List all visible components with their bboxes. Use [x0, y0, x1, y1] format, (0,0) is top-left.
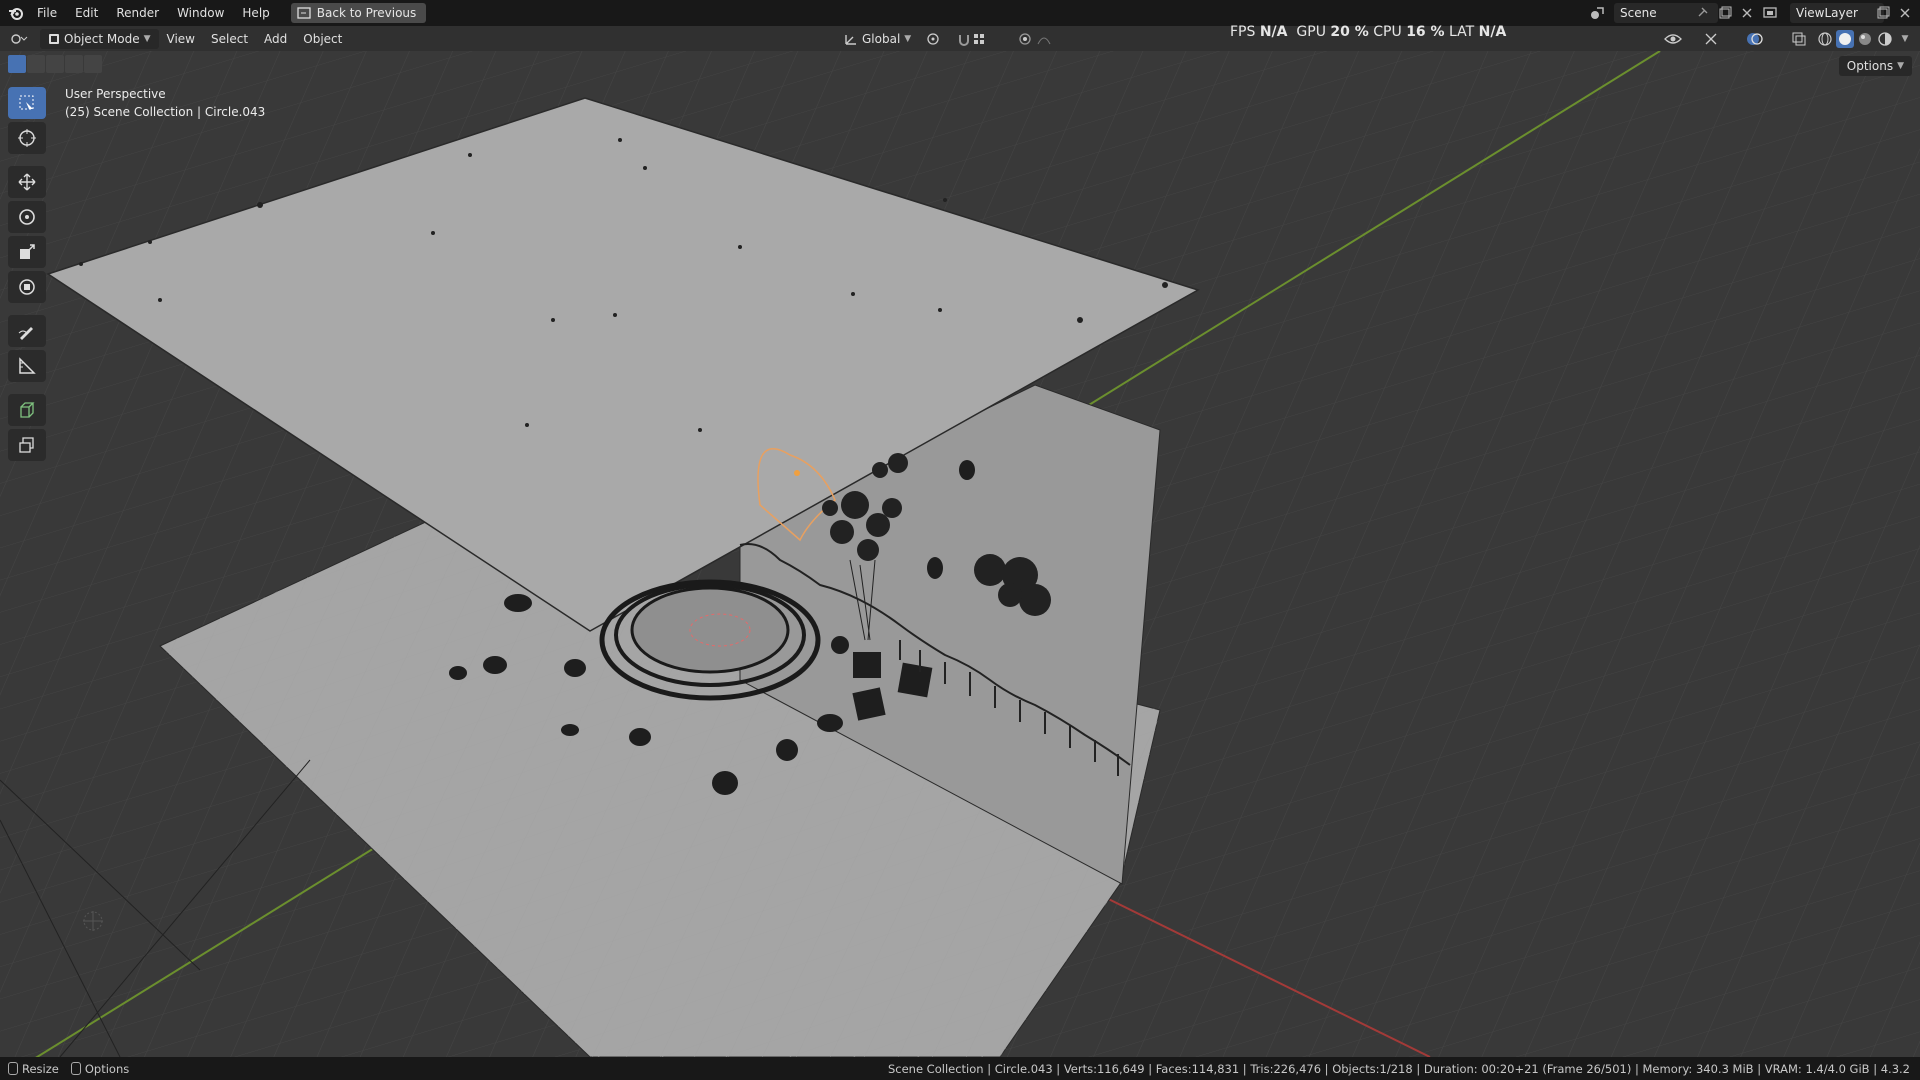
viewport-header: Object Mode ▼ View Select Add Object Glo… — [0, 26, 1920, 51]
delete-scene-icon[interactable] — [1738, 4, 1756, 22]
snap-toggle[interactable] — [950, 29, 1002, 49]
new-scene-icon[interactable] — [1716, 4, 1734, 22]
orientation-icon — [845, 34, 856, 45]
object-mode-label: Object Mode — [64, 31, 140, 46]
menu-edit[interactable]: Edit — [66, 0, 107, 26]
scene-statistics: Scene Collection | Circle.043 | Verts:11… — [887, 1061, 1910, 1076]
resize-hint: Resize — [8, 1061, 59, 1076]
resize-label: Resize — [22, 1061, 59, 1076]
status-bar: Resize Options Scene Collection | Circle… — [0, 1057, 1920, 1080]
3d-viewport[interactable] — [0, 50, 1920, 1080]
blender-logo-icon[interactable] — [4, 0, 28, 26]
object-mode-icon — [49, 33, 59, 44]
gizmo-icon[interactable] — [1702, 30, 1720, 48]
annotate-icon[interactable] — [8, 315, 46, 347]
top-bar: File Edit Render Window Help Back to Pre… — [0, 0, 1920, 26]
new-view-layer-icon[interactable] — [1874, 4, 1892, 22]
gpu-value: 20 % — [1330, 24, 1369, 40]
add-cube-icon[interactable] — [8, 394, 46, 426]
menu-add[interactable]: Add — [256, 29, 295, 49]
delete-view-layer-icon[interactable] — [1896, 4, 1914, 22]
pin-icon[interactable] — [1693, 4, 1711, 22]
menu-object[interactable]: Object — [295, 29, 350, 49]
viewport-options-button[interactable]: Options ▼ — [1838, 56, 1912, 76]
rotate-icon[interactable] — [8, 201, 46, 233]
shading-options-chevron-icon[interactable]: ▼ — [1896, 30, 1914, 48]
back-to-previous-button[interactable]: Back to Previous — [290, 3, 427, 23]
view-layer-browse-icon[interactable] — [1762, 4, 1780, 22]
editor-type-icon[interactable] — [6, 29, 36, 49]
main-menu: File Edit Render Window Help — [28, 0, 279, 26]
menu-help[interactable]: Help — [233, 0, 278, 26]
viewport-collection-label: (25) Scene Collection | Circle.043 — [65, 105, 266, 119]
options-hint: Options — [70, 1061, 130, 1076]
solid-shading-icon[interactable] — [1836, 30, 1854, 48]
view-layer-name: ViewLayer — [1796, 6, 1858, 20]
menu-select[interactable]: Select — [203, 29, 256, 49]
select-invert-icon[interactable] — [65, 55, 83, 73]
select-subtract-icon[interactable] — [46, 55, 64, 73]
menu-window[interactable]: Window — [168, 0, 233, 26]
selection-mode-group — [8, 55, 102, 73]
chevron-down-icon: ▼ — [1897, 61, 1904, 71]
mouse-icon — [70, 1061, 81, 1075]
proportional-editing-toggle[interactable] — [1010, 29, 1066, 49]
menu-file[interactable]: File — [28, 0, 66, 26]
visibility-icon[interactable] — [1664, 30, 1682, 48]
cursor-icon[interactable] — [8, 122, 46, 154]
transform-icon[interactable] — [8, 271, 46, 303]
fps-value: N/A — [1259, 24, 1288, 40]
viewport-perspective-label: User Perspective — [65, 87, 166, 101]
select-extend-icon[interactable] — [27, 55, 45, 73]
tool-shelf — [8, 87, 46, 461]
transform-orientation-select[interactable]: Global ▼ — [836, 29, 919, 49]
proportional-edit-icon — [1019, 32, 1051, 45]
lat-value: N/A — [1478, 24, 1507, 40]
overlays-icon[interactable] — [1746, 30, 1764, 48]
scene-name: Scene — [1620, 6, 1657, 20]
object-mode-select[interactable]: Object Mode ▼ — [40, 28, 159, 49]
scale-icon[interactable] — [8, 236, 46, 268]
fullscreen-icon — [297, 7, 311, 19]
material-shading-icon[interactable] — [1856, 30, 1874, 48]
gpu-label: GPU — [1296, 24, 1326, 40]
select-box-icon[interactable] — [8, 87, 46, 119]
mouse-icon — [8, 1061, 18, 1075]
select-intersect-icon[interactable] — [84, 55, 102, 73]
select-new-icon[interactable] — [8, 55, 26, 73]
object-origin — [794, 470, 800, 476]
lat-label: LAT — [1449, 24, 1475, 40]
cpu-value: 16 % — [1406, 24, 1445, 40]
cpu-label: CPU — [1373, 24, 1402, 40]
wireframe-shading-icon[interactable] — [1816, 30, 1834, 48]
fps-label: FPS — [1230, 24, 1256, 40]
move-icon[interactable] — [8, 166, 46, 198]
transform-orientation-label: Global — [862, 31, 901, 46]
snap-icon — [959, 33, 984, 46]
extrude-icon[interactable] — [8, 429, 46, 461]
pivot-icon — [927, 32, 939, 45]
xray-icon[interactable] — [1790, 30, 1808, 48]
performance-stats: FPS N/A GPU 20 % CPU 16 % LAT N/A — [1230, 24, 1506, 40]
view-layer-field[interactable]: ViewLayer — [1790, 3, 1884, 23]
chevron-down-icon: ▼ — [904, 33, 912, 44]
menu-render[interactable]: Render — [107, 0, 168, 26]
menu-view[interactable]: View — [159, 29, 203, 49]
chevron-down-icon: ▼ — [143, 33, 151, 44]
viewport-options-label: Options — [1846, 59, 1894, 73]
scene-browse-icon[interactable] — [1588, 4, 1606, 22]
options-hint-label: Options — [84, 1061, 130, 1076]
back-to-previous-label: Back to Previous — [316, 6, 417, 20]
viewport-scene[interactable] — [0, 50, 1920, 1080]
rendered-shading-icon[interactable] — [1876, 30, 1894, 48]
measure-icon[interactable] — [8, 350, 46, 382]
pivot-point-select[interactable] — [918, 29, 950, 49]
